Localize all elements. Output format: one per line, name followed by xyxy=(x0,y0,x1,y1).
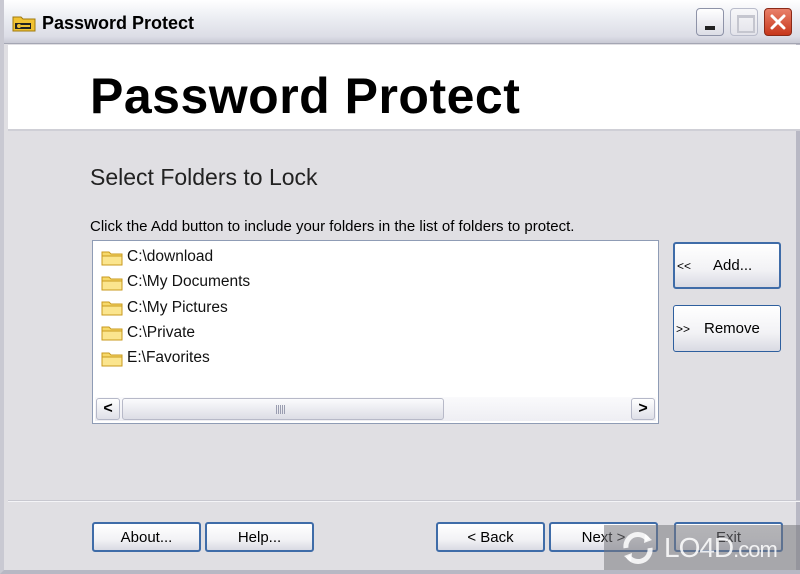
folder-list-item[interactable]: C:\My Documents xyxy=(101,270,250,294)
grip-icon xyxy=(276,405,286,414)
add-button-label: Add... xyxy=(713,257,753,274)
folder-icon xyxy=(101,276,123,291)
horizontal-scrollbar[interactable]: < > xyxy=(95,397,656,421)
watermark-suffix: .com xyxy=(733,536,778,562)
app-window: Password Protect Password Protect Select… xyxy=(0,0,800,574)
watermark-text: LO4D xyxy=(664,531,734,563)
scrollbar-thumb[interactable] xyxy=(122,398,444,420)
double-chevron-left-icon: << xyxy=(677,258,692,273)
folder-path: C:\My Pictures xyxy=(127,298,228,316)
window-title: Password Protect xyxy=(42,13,195,33)
minimize-button[interactable] xyxy=(696,8,724,36)
instructions-text: Click the Add button to include your fol… xyxy=(90,218,575,235)
wizard-header: Password Protect xyxy=(8,45,800,131)
folder-icon xyxy=(101,251,123,265)
chevron-right-icon: > xyxy=(638,400,648,417)
remove-button[interactable]: >> Remove xyxy=(673,305,781,352)
app-lock-folder-icon xyxy=(12,16,36,32)
folder-icon xyxy=(101,301,123,316)
scroll-left-button[interactable]: < xyxy=(96,398,120,420)
folder-list-item[interactable]: E:\Favorites xyxy=(101,346,210,370)
folder-path: C:\Private xyxy=(127,323,196,341)
lo4d-logo-icon xyxy=(623,531,653,564)
close-button[interactable] xyxy=(764,8,792,36)
title-bar[interactable]: Password Protect xyxy=(4,0,800,44)
folder-path: C:\download xyxy=(127,248,214,265)
app-heading: Password Protect xyxy=(90,68,521,124)
folder-list-item[interactable]: C:\My Pictures xyxy=(101,296,228,320)
maximize-button[interactable] xyxy=(730,8,758,36)
remove-button-label: Remove xyxy=(704,320,760,337)
folder-path: C:\My Documents xyxy=(127,273,251,291)
chevron-left-icon: < xyxy=(103,400,113,417)
folder-icon xyxy=(101,352,123,367)
help-button[interactable]: Help... xyxy=(205,522,314,552)
folder-list[interactable]: C:\download C:\My Documents C:\My Pictures… xyxy=(92,240,659,424)
watermark: LO4D.com xyxy=(604,525,800,570)
page-subtitle: Select Folders to Lock xyxy=(90,164,318,190)
close-icon xyxy=(770,14,786,30)
folder-path: E:\Favorites xyxy=(127,349,210,367)
about-button[interactable]: About... xyxy=(92,522,201,552)
add-button[interactable]: << Add... xyxy=(673,242,781,289)
double-chevron-right-icon: >> xyxy=(676,321,691,336)
back-button[interactable]: < Back xyxy=(436,522,545,552)
folder-list-item[interactable]: C:\Private xyxy=(101,321,195,345)
folder-icon xyxy=(101,326,123,341)
folder-list-item[interactable]: C:\download xyxy=(101,245,213,269)
footer-divider xyxy=(8,500,800,502)
scroll-right-button[interactable]: > xyxy=(631,398,655,420)
